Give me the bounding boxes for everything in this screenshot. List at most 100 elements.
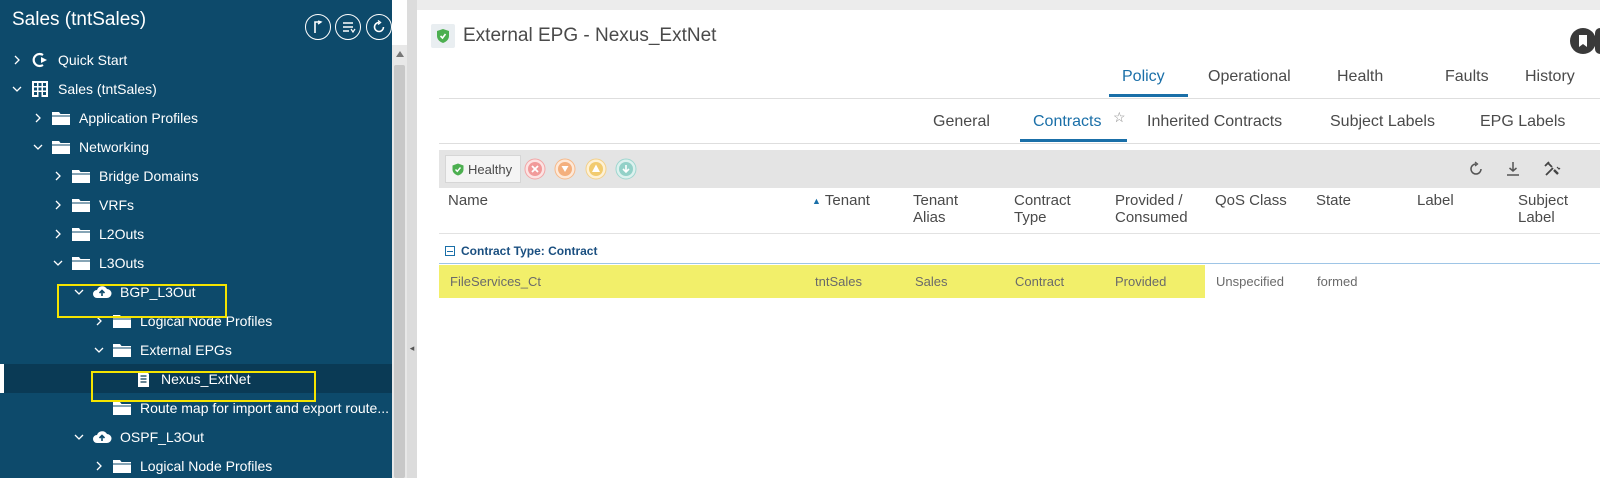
help-icon[interactable]: [1595, 28, 1600, 54]
tab-contracts[interactable]: Contracts: [1033, 113, 1101, 131]
group-label: Contract Type: Contract: [461, 244, 598, 258]
tree-item-networking[interactable]: Networking: [0, 132, 392, 161]
column-header-subject-label[interactable]: Subject Label: [1518, 192, 1568, 226]
health-filter-button[interactable]: Healthy: [445, 155, 521, 183]
refresh-icon[interactable]: [1466, 159, 1486, 179]
top-strip: [417, 0, 1600, 10]
tree-item-ospf-l3out[interactable]: OSPF_L3Out: [0, 422, 392, 451]
column-header-state[interactable]: State: [1316, 192, 1351, 209]
collapse-tree-icon[interactable]: [305, 14, 331, 40]
tab-general[interactable]: General: [933, 113, 990, 131]
column-header-name[interactable]: Name: [448, 192, 488, 209]
tree-item-l2outs[interactable]: L2Outs: [0, 219, 392, 248]
table-group-row[interactable]: Contract Type: Contract: [439, 236, 1600, 264]
scroll-up-icon[interactable]: [392, 45, 407, 63]
critical-fault-icon[interactable]: [524, 158, 546, 180]
chevron-right-icon[interactable]: [92, 459, 106, 473]
tree-item-application-profiles[interactable]: Application Profiles: [0, 103, 392, 132]
tree-item-label: Logical Node Profiles: [140, 457, 273, 474]
tree-item-label: OSPF_L3Out: [120, 428, 205, 445]
tree-item-quick-start[interactable]: Quick Start: [0, 45, 392, 74]
minor-fault-icon[interactable]: [585, 158, 607, 180]
column-header-contract-type[interactable]: Contract Type: [1014, 192, 1071, 226]
cloud-upload-icon: [92, 283, 112, 301]
chevron-right-icon[interactable]: [51, 169, 65, 183]
download-icon[interactable]: [1503, 159, 1523, 179]
tab-faults[interactable]: Faults: [1445, 68, 1489, 86]
cell-name: FileServices_Ct: [450, 274, 542, 289]
tree-item-label: Route map for import and export route...: [140, 399, 390, 416]
tree-item-label: L3Outs: [99, 254, 145, 271]
column-header-label[interactable]: Label: [1417, 192, 1454, 209]
table-row[interactable]: FileServices_Ct tntSales Sales Contract …: [439, 265, 1600, 298]
tree-item-logical-node-profiles-2[interactable]: Logical Node Profiles: [0, 451, 392, 478]
chevron-right-icon[interactable]: [31, 111, 45, 125]
cell-provided-consumed: Provided: [1115, 274, 1167, 289]
page-title: External EPG - Nexus_ExtNet: [463, 25, 717, 46]
bookmark-icon[interactable]: [1570, 28, 1596, 54]
column-header-tenant[interactable]: ▲ Tenant: [812, 192, 870, 210]
tree-item-nexus-extnet[interactable]: Nexus_ExtNet: [0, 364, 392, 393]
chevron-down-icon[interactable]: [10, 82, 24, 96]
tree-item-label: Sales (tntSales): [58, 80, 157, 97]
cell-tenant-alias: Sales: [915, 274, 948, 289]
chevron-right-icon[interactable]: [92, 314, 106, 328]
folder-icon: [112, 312, 132, 330]
chevron-right-icon[interactable]: [51, 227, 65, 241]
tree-item-label: Application Profiles: [79, 109, 199, 126]
chevron-down-icon[interactable]: [51, 256, 65, 270]
tenant-grid-icon: [30, 80, 50, 98]
major-fault-icon[interactable]: [554, 158, 576, 180]
tree-item-label: Quick Start: [58, 51, 128, 68]
chevron-down-icon[interactable]: [72, 285, 86, 299]
tree-item-logical-node-profiles[interactable]: Logical Node Profiles: [0, 306, 392, 335]
folder-icon: [112, 341, 132, 359]
column-header-qos-class[interactable]: QoS Class: [1215, 192, 1287, 209]
active-tab-indicator: [1109, 94, 1188, 97]
cell-qos-class: Unspecified: [1216, 274, 1284, 289]
tree-item-route-map[interactable]: Route map for import and export route...: [0, 393, 392, 422]
tab-divider: [439, 98, 1600, 99]
sort-ascending-icon: ▲: [812, 195, 821, 206]
tree-item-tenant[interactable]: Sales (tntSales): [0, 74, 392, 103]
warning-fault-icon[interactable]: [615, 158, 637, 180]
scrollbar-thumb[interactable]: [394, 65, 405, 478]
quickstart-icon: [30, 51, 50, 69]
filter-list-icon[interactable]: [335, 14, 361, 40]
tree-scrollbar[interactable]: [392, 45, 407, 478]
tree-item-label: VRFs: [99, 196, 134, 213]
column-header-tenant-alias[interactable]: Tenant Alias: [913, 192, 958, 226]
column-header-provided-consumed[interactable]: Provided / Consumed: [1115, 192, 1188, 226]
tree-item-external-epgs[interactable]: External EPGs: [0, 335, 392, 364]
navigation-header: Sales (tntSales): [0, 0, 392, 44]
folder-icon: [51, 109, 71, 127]
tab-history[interactable]: History: [1525, 68, 1575, 86]
tree-item-l3outs[interactable]: L3Outs: [0, 248, 392, 277]
chevron-right-icon[interactable]: [51, 198, 65, 212]
refresh-icon[interactable]: [366, 14, 392, 40]
tab-operational[interactable]: Operational: [1208, 68, 1291, 86]
chevron-down-icon[interactable]: [31, 140, 45, 154]
tab-inherited-contracts[interactable]: Inherited Contracts: [1147, 113, 1282, 131]
folder-icon: [112, 399, 132, 417]
tab-policy[interactable]: Policy: [1122, 68, 1165, 86]
tree-item-bridge-domains[interactable]: Bridge Domains: [0, 161, 392, 190]
selection-marker: [0, 364, 4, 393]
tab-health[interactable]: Health: [1337, 68, 1383, 86]
panel-splitter[interactable]: ◂: [407, 0, 417, 478]
chevron-down-icon[interactable]: [72, 430, 86, 444]
tree-item-bgp-l3out[interactable]: BGP_L3Out: [0, 277, 392, 306]
collapse-group-icon[interactable]: [445, 246, 455, 256]
column-header-label: Tenant: [824, 192, 870, 209]
chevron-right-icon[interactable]: [10, 53, 24, 67]
tab-subject-labels[interactable]: Subject Labels: [1330, 113, 1435, 131]
tab-epg-labels[interactable]: EPG Labels: [1480, 113, 1565, 131]
collapse-panel-icon[interactable]: ◂: [408, 340, 416, 356]
health-shield-icon: [452, 163, 464, 175]
tree-item-vrfs[interactable]: VRFs: [0, 190, 392, 219]
table-header: Name ▲ Tenant Tenant Alias Contract Type …: [439, 188, 1600, 234]
navigation-title: Sales (tntSales): [12, 9, 147, 30]
tools-icon[interactable]: [1542, 159, 1562, 179]
favorite-star-icon[interactable]: ☆: [1113, 109, 1126, 126]
chevron-down-icon[interactable]: [92, 343, 106, 357]
